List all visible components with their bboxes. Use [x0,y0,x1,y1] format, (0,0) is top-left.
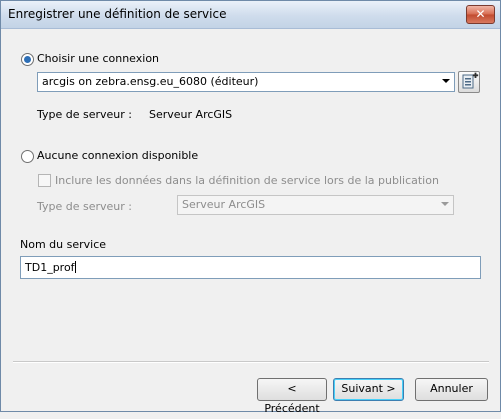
previous-button[interactable]: < Précédent [257,378,327,415]
connection-select-value: arcgis on zebra.ensg.eu_6080 (éditeur) [42,75,259,88]
add-server-connection-icon [462,72,479,89]
include-data-label: Inclure les données dans la définition d… [55,174,439,187]
next-button[interactable]: Suivant > [333,378,404,401]
separator [13,361,489,363]
server-type-label-disabled: Type de serveur : [37,200,133,213]
text-caret [74,261,76,273]
service-name-value: TD1_prof [25,261,75,274]
choose-connection-radio[interactable] [21,53,34,66]
cancel-button[interactable]: Annuler [415,378,488,401]
connection-select[interactable]: arcgis on zebra.ensg.eu_6080 (éditeur) [37,72,455,92]
close-icon: ✕ [475,7,486,21]
dialog-window: Enregistrer une définition de service ✕ … [0,0,501,415]
no-connection-label: Aucune connexion disponible [37,149,199,162]
choose-connection-label: Choisir une connexion [37,52,160,65]
server-type-select[interactable]: Serveur ArcGIS [177,195,454,215]
window-title: Enregistrer une définition de service [8,7,227,21]
chevron-down-icon [442,79,450,83]
close-button[interactable]: ✕ [466,5,495,24]
server-type-select-value: Serveur ArcGIS [182,198,266,211]
add-connection-button[interactable] [458,71,480,93]
title-bar: Enregistrer une définition de service ✕ [1,1,500,29]
server-type-value: Serveur ArcGIS [149,108,233,121]
include-data-checkbox[interactable] [38,174,51,187]
service-name-label: Nom du service [20,238,107,251]
server-type-label: Type de serveur : [37,108,133,121]
chevron-down-icon [441,202,449,206]
service-name-input[interactable]: TD1_prof [20,256,481,279]
no-connection-radio[interactable] [21,150,34,163]
